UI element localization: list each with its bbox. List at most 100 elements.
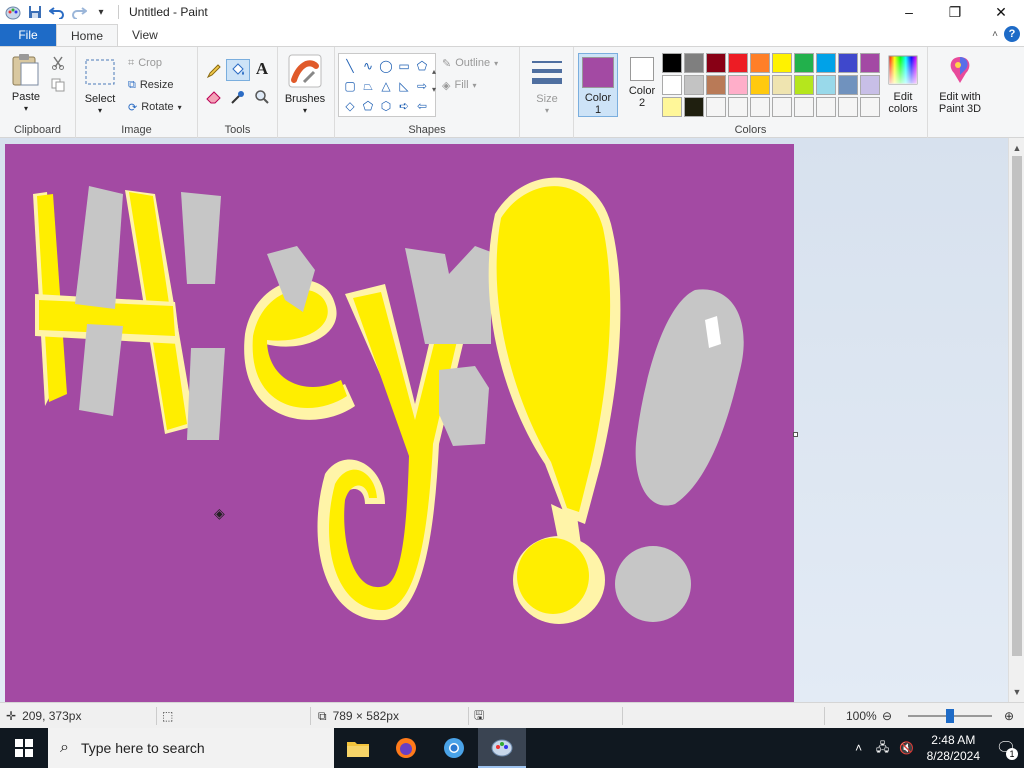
palette-swatch[interactable] xyxy=(772,75,792,95)
cut-icon[interactable] xyxy=(48,53,68,73)
rotate-button[interactable]: ⟳ Rotate ▾ xyxy=(128,97,182,117)
brushes-button[interactable]: Brushes ▾ xyxy=(280,53,330,117)
zoom-in-icon[interactable]: ⊕ xyxy=(1004,703,1014,729)
palette-swatch[interactable] xyxy=(860,75,880,95)
tab-file[interactable]: File xyxy=(0,24,56,46)
firefox-taskbar-icon[interactable] xyxy=(382,728,430,768)
volume-muted-icon[interactable]: 🔇 xyxy=(895,728,919,768)
palette-swatch[interactable] xyxy=(750,97,770,117)
palette-swatch[interactable] xyxy=(706,97,726,117)
edit-with-paint3d-button[interactable]: Edit with Paint 3D xyxy=(932,53,988,115)
scroll-down-icon[interactable]: ▼ xyxy=(1009,684,1024,700)
pentagon-shape-icon[interactable]: ⬠ xyxy=(359,96,377,116)
palette-swatch[interactable] xyxy=(684,75,704,95)
close-button[interactable]: ✕ xyxy=(978,0,1024,24)
palette-swatch[interactable] xyxy=(728,53,748,73)
palette-swatch[interactable] xyxy=(838,97,858,117)
rectangle-shape-icon[interactable]: ▭ xyxy=(395,56,413,76)
canvas-size-text: 789 × 582px xyxy=(332,709,399,723)
customize-qat-icon[interactable]: ▾ xyxy=(90,1,112,23)
taskbar-search[interactable]: ⌕ Type here to search xyxy=(48,728,334,768)
shapes-scroll-up-icon[interactable]: ▴ xyxy=(424,61,444,81)
palette-swatch[interactable] xyxy=(860,97,880,117)
minimize-button[interactable]: – xyxy=(886,0,932,24)
oval-shape-icon[interactable]: ◯ xyxy=(377,56,395,76)
palette-swatch[interactable] xyxy=(750,75,770,95)
notifications-icon[interactable]: 🗨 1 xyxy=(988,728,1024,768)
save-icon[interactable] xyxy=(24,1,46,23)
file-explorer-taskbar-icon[interactable] xyxy=(334,728,382,768)
palette-swatch[interactable] xyxy=(772,53,792,73)
triangle-shape-icon[interactable]: △ xyxy=(377,76,395,96)
canvas-resize-handle-right[interactable] xyxy=(793,432,798,437)
paste-button[interactable]: Paste ▾ xyxy=(6,53,46,115)
palette-swatch[interactable] xyxy=(662,75,682,95)
palette-swatch[interactable] xyxy=(662,53,682,73)
maximize-button[interactable]: ❐ xyxy=(932,0,978,24)
resize-button[interactable]: ⧉ Resize xyxy=(128,75,173,95)
eraser-icon[interactable] xyxy=(204,87,224,107)
palette-swatch[interactable] xyxy=(838,53,858,73)
palette-swatch[interactable] xyxy=(750,53,770,73)
rounded-rectangle-shape-icon[interactable]: ▢ xyxy=(341,76,359,96)
palette-swatch[interactable] xyxy=(860,53,880,73)
color1-button[interactable]: Color 1 xyxy=(578,53,618,117)
right-triangle-shape-icon[interactable]: ◺ xyxy=(395,76,413,96)
palette-swatch[interactable] xyxy=(794,53,814,73)
tab-home[interactable]: Home xyxy=(56,24,119,46)
magnifier-icon[interactable] xyxy=(252,87,272,107)
palette-swatch[interactable] xyxy=(662,97,682,117)
vertical-scrollbar[interactable]: ▲ ▼ xyxy=(1008,138,1024,702)
scroll-up-icon[interactable]: ▲ xyxy=(1009,140,1024,156)
shapes-scroll-down-icon[interactable]: ▾ xyxy=(424,79,444,99)
help-icon[interactable]: ? xyxy=(1004,26,1020,42)
chrome-taskbar-icon[interactable] xyxy=(430,728,478,768)
scroll-thumb[interactable] xyxy=(1012,156,1022,656)
line-shape-icon[interactable]: ╲ xyxy=(341,56,359,76)
palette-swatch[interactable] xyxy=(706,75,726,95)
curve-shape-icon[interactable]: ∿ xyxy=(359,56,377,76)
edit-colors-button[interactable]: Edit colors xyxy=(882,53,924,115)
palette-swatch[interactable] xyxy=(838,75,858,95)
tab-view[interactable]: View xyxy=(118,24,172,46)
drawing-canvas[interactable] xyxy=(5,144,794,702)
palette-swatch[interactable] xyxy=(684,53,704,73)
palette-swatch[interactable] xyxy=(728,97,748,117)
freeform-shape-icon[interactable]: ⏢ xyxy=(359,76,377,96)
palette-swatch[interactable] xyxy=(706,53,726,73)
hexagon-shape-icon[interactable]: ⬡ xyxy=(377,96,395,116)
color2-button[interactable]: Color 2 xyxy=(622,57,662,109)
palette-swatch[interactable] xyxy=(816,75,836,95)
outline-button[interactable]: ✎ Outline ▾ xyxy=(442,53,498,73)
zoom-slider-thumb[interactable] xyxy=(946,709,954,723)
clock[interactable]: 2:48 AM 8/28/2024 xyxy=(919,732,988,764)
collapse-ribbon-icon[interactable]: ˄ xyxy=(992,29,998,40)
size-button[interactable]: Size ▾ xyxy=(526,55,568,117)
crop-button[interactable]: ⌗ Crop xyxy=(128,53,162,73)
arrow-right-shape-icon[interactable]: ➪ xyxy=(395,96,413,116)
undo-icon[interactable] xyxy=(46,1,68,23)
network-icon[interactable]: 🖧 xyxy=(871,728,895,768)
text-tool-icon[interactable]: A xyxy=(252,59,272,79)
pencil-icon[interactable] xyxy=(204,61,224,81)
palette-swatch[interactable] xyxy=(684,97,704,117)
copy-icon[interactable] xyxy=(48,75,68,95)
fill-bucket-icon[interactable] xyxy=(226,59,250,81)
fill-button[interactable]: ◈ Fill ▾ xyxy=(442,75,477,95)
start-button[interactable] xyxy=(0,728,48,768)
show-hidden-icons-icon[interactable]: ˄ xyxy=(847,728,871,768)
palette-swatch[interactable] xyxy=(816,53,836,73)
arrow-left-shape-icon[interactable]: ⇦ xyxy=(413,96,431,116)
palette-swatch[interactable] xyxy=(772,97,792,117)
palette-swatch[interactable] xyxy=(794,97,814,117)
palette-swatch[interactable] xyxy=(794,75,814,95)
palette-swatch[interactable] xyxy=(816,97,836,117)
diamond-shape-icon[interactable]: ◇ xyxy=(341,96,359,116)
selection-size: ⬚ xyxy=(162,703,173,729)
redo-icon[interactable] xyxy=(68,1,90,23)
palette-swatch[interactable] xyxy=(728,75,748,95)
zoom-out-icon[interactable]: ⊖ xyxy=(882,703,892,729)
paint-taskbar-icon[interactable] xyxy=(478,728,526,768)
select-button[interactable]: Select ▾ xyxy=(82,55,118,117)
color-picker-icon[interactable] xyxy=(228,87,248,107)
